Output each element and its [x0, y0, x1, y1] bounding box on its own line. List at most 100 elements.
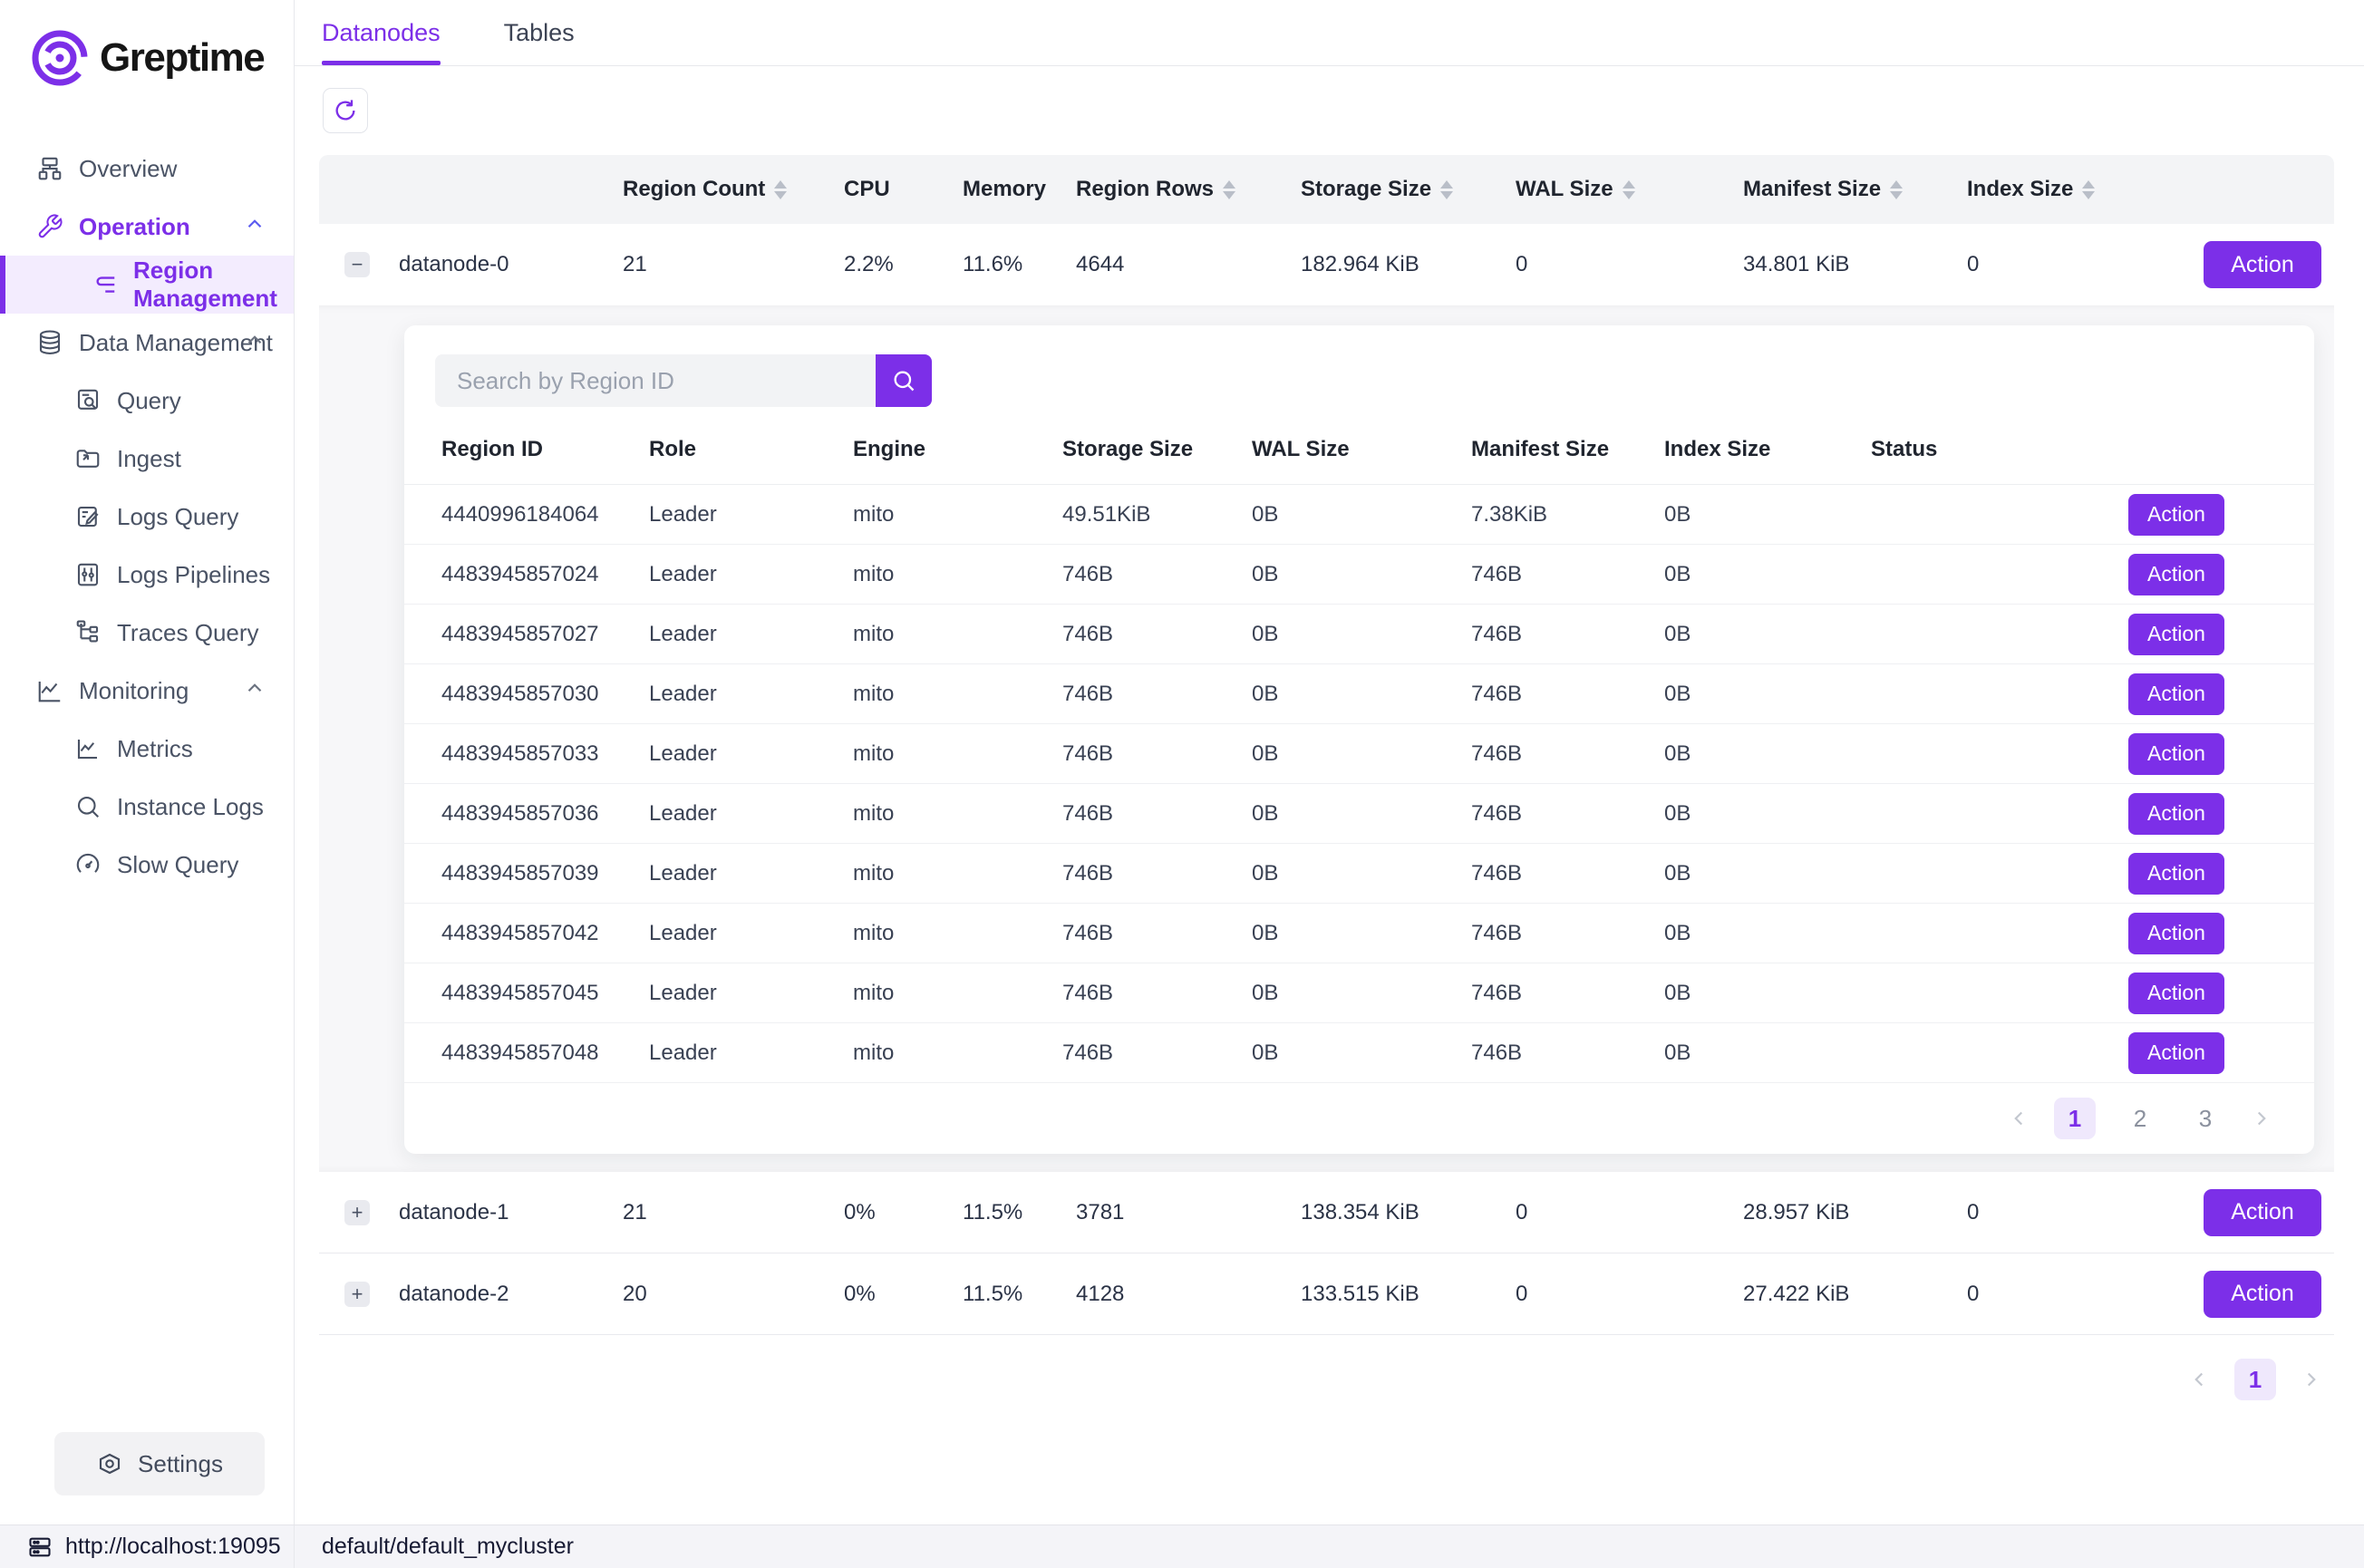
region-id-cell: 4483945857033 — [441, 741, 649, 767]
refresh-button[interactable] — [323, 88, 368, 133]
datanode-action-button[interactable]: Action — [2204, 241, 2321, 288]
hierarchy-icon — [74, 619, 102, 646]
sidebar-item-instance-logs[interactable]: Instance Logs — [0, 778, 294, 836]
sidebar-item-region-management[interactable]: Region Management — [0, 256, 294, 314]
page-2[interactable]: 2 — [2119, 1098, 2161, 1139]
region-action-button[interactable]: Action — [2128, 673, 2224, 715]
region-table-row: 4483945857039 Leader mito 746B 0B 746B 0… — [404, 844, 2314, 904]
col-engine: Engine — [853, 437, 1062, 462]
col-wal-size: WAL Size — [1252, 437, 1471, 462]
region-id-cell: 4483945857030 — [441, 682, 649, 707]
datanode-0-expansion: Region ID Role Engine Storage Size WAL S… — [319, 305, 2334, 1172]
chevron-up-icon[interactable] — [243, 212, 266, 242]
region-id-cell: 4483945857042 — [441, 921, 649, 946]
sort-icon[interactable] — [1890, 180, 1903, 199]
sidebar-item-monitoring[interactable]: Monitoring — [0, 662, 294, 720]
greptime-logo-icon — [31, 29, 89, 87]
region-id-cell: 4483945857045 — [441, 981, 649, 1006]
sidebar-item-label: Logs Pipelines — [117, 561, 270, 589]
document-search-icon — [74, 387, 102, 414]
sliders-icon — [74, 561, 102, 588]
role-cell: Leader — [649, 921, 853, 946]
engine-cell: mito — [853, 1040, 1062, 1066]
region-action-button[interactable]: Action — [2128, 614, 2224, 655]
sidebar: Greptime Overview Operation — [0, 0, 295, 1524]
sidebar-item-data-management[interactable]: Data Management — [0, 314, 294, 372]
region-id-cell: 4483945857027 — [441, 622, 649, 647]
col-region-count: Region Count — [623, 177, 765, 202]
region-id-cell: 4440996184064 — [441, 502, 649, 528]
settings-button[interactable]: Settings — [54, 1432, 265, 1495]
sidebar-item-logs-pipelines[interactable]: Logs Pipelines — [0, 546, 294, 604]
datanode-action-button[interactable]: Action — [2204, 1189, 2321, 1236]
manifest-size-cell: 746B — [1471, 1040, 1664, 1066]
region-action-button[interactable]: Action — [2128, 853, 2224, 895]
region-id-cell: 4483945857024 — [441, 562, 649, 587]
sort-icon[interactable] — [1623, 180, 1635, 199]
tab-tables[interactable]: Tables — [504, 0, 575, 65]
index-size-cell: 0B — [1664, 502, 1871, 528]
sidebar-item-overview[interactable]: Overview — [0, 140, 294, 198]
sidebar-item-label: Monitoring — [79, 677, 189, 705]
sidebar-item-slow-query[interactable]: Slow Query — [0, 836, 294, 894]
index-size-cell: 0B — [1664, 981, 1871, 1006]
index-size-cell: 0B — [1664, 801, 1871, 827]
expand-row-button[interactable]: + — [344, 1200, 370, 1225]
region-action-button[interactable]: Action — [2128, 1032, 2224, 1074]
next-page-icon[interactable] — [2250, 1107, 2273, 1130]
region-action-button[interactable]: Action — [2128, 494, 2224, 536]
chevron-up-icon[interactable] — [243, 328, 266, 358]
region-table-row: 4440996184064 Leader mito 49.51KiB 0B 7.… — [404, 485, 2314, 545]
sidebar-item-traces-query[interactable]: Traces Query — [0, 604, 294, 662]
tab-datanodes[interactable]: Datanodes — [322, 0, 441, 65]
region-action-button[interactable]: Action — [2128, 913, 2224, 954]
wal-size-cell: 0B — [1252, 502, 1471, 528]
sort-icon[interactable] — [1440, 180, 1453, 199]
list-tree-icon — [91, 271, 118, 298]
engine-cell: mito — [853, 921, 1062, 946]
page-1[interactable]: 1 — [2234, 1359, 2276, 1400]
document-pencil-icon — [74, 503, 102, 530]
manifest-size-cell: 746B — [1471, 682, 1664, 707]
prev-page-icon[interactable] — [2007, 1107, 2030, 1130]
database-icon — [36, 329, 63, 356]
sidebar-item-operation[interactable]: Operation — [0, 198, 294, 256]
page-3[interactable]: 3 — [2185, 1098, 2226, 1139]
region-table-header: Region ID Role Engine Storage Size WAL S… — [404, 414, 2314, 485]
sort-icon[interactable] — [774, 180, 787, 199]
role-cell: Leader — [649, 562, 853, 587]
wal-size-cell: 0B — [1252, 562, 1471, 587]
region-search-input[interactable] — [435, 354, 876, 407]
sidebar-item-query[interactable]: Query — [0, 372, 294, 430]
region-table-row: 4483945857024 Leader mito 746B 0B 746B 0… — [404, 545, 2314, 605]
chevron-up-icon[interactable] — [243, 676, 266, 706]
region-action-button[interactable]: Action — [2128, 554, 2224, 595]
sort-icon[interactable] — [2082, 180, 2095, 199]
region-action-button[interactable]: Action — [2128, 793, 2224, 835]
region-id-cell: 4483945857036 — [441, 801, 649, 827]
sidebar-item-logs-query[interactable]: Logs Query — [0, 488, 294, 546]
region-table-body: 4440996184064 Leader mito 49.51KiB 0B 7.… — [404, 485, 2314, 1083]
prev-page-icon[interactable] — [2187, 1368, 2211, 1391]
speedometer-icon — [74, 851, 102, 878]
region-action-button[interactable]: Action — [2128, 973, 2224, 1014]
region-table-row: 4483945857048 Leader mito 746B 0B 746B 0… — [404, 1023, 2314, 1083]
sidebar-item-label: Overview — [79, 155, 177, 183]
sidebar-item-metrics[interactable]: Metrics — [0, 720, 294, 778]
sort-icon[interactable] — [1223, 180, 1235, 199]
datanode-action-button[interactable]: Action — [2204, 1271, 2321, 1318]
sidebar-item-label: Metrics — [117, 735, 193, 763]
collapse-row-button[interactable]: − — [344, 252, 370, 277]
wal-size-cell: 0B — [1252, 622, 1471, 647]
next-page-icon[interactable] — [2300, 1368, 2323, 1391]
region-search-button[interactable] — [876, 354, 932, 407]
sidebar-item-ingest[interactable]: Ingest — [0, 430, 294, 488]
col-status: Status — [1871, 437, 2112, 462]
wal-size-cell: 0B — [1252, 741, 1471, 767]
expand-row-button[interactable]: + — [344, 1282, 370, 1307]
page-1[interactable]: 1 — [2054, 1098, 2096, 1139]
col-role: Role — [649, 437, 853, 462]
region-action-button[interactable]: Action — [2128, 733, 2224, 775]
storage-size-cell: 746B — [1062, 801, 1252, 827]
storage-size-cell: 49.51KiB — [1062, 502, 1252, 528]
